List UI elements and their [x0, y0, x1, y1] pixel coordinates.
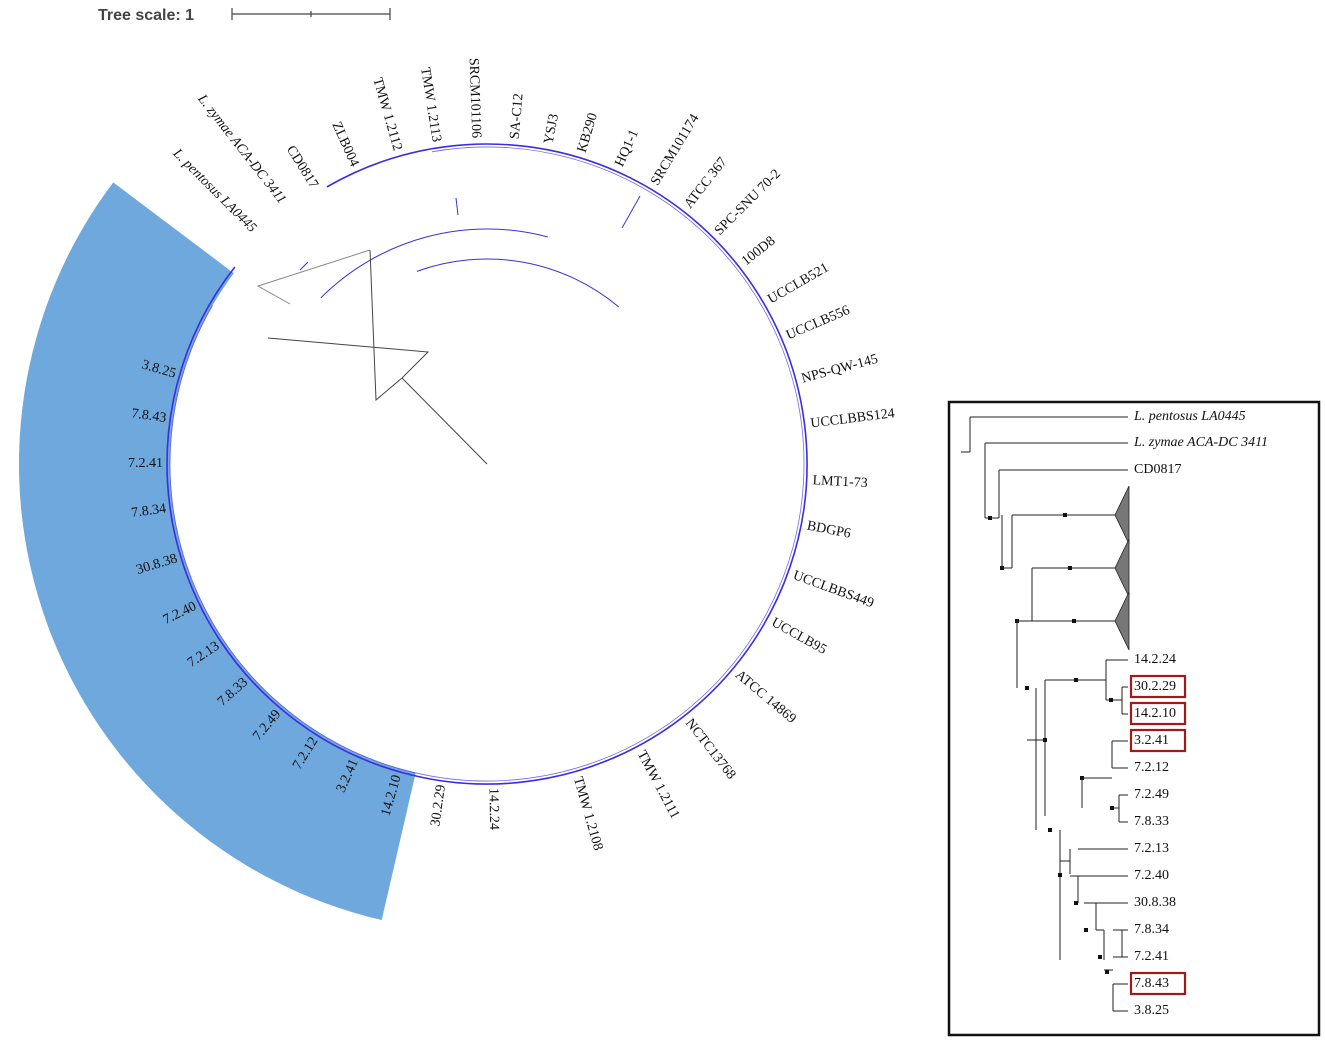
inset-isolate-leaf-label: 7.8.43: [1134, 976, 1169, 991]
cd0817-stub: [299, 261, 309, 271]
inset-isolate-leaf-label: 3.2.41: [1134, 733, 1169, 748]
reference-leaf-label: NCTC13768: [682, 716, 738, 782]
reference-leaf-label: UCCLB95: [769, 615, 829, 658]
clade-internal-arc-2: [416, 258, 620, 308]
inset-node: [1109, 698, 1113, 702]
reference-leaf-label: TMW 1.2108: [570, 775, 605, 852]
inset-isolate-leaf-label: 30.2.29: [1134, 679, 1176, 694]
inset-isolate-leaf-label: 7.2.41: [1134, 949, 1169, 964]
reference-leaf-label: UCCLBBS449: [791, 568, 876, 611]
sa-branch: [455, 197, 459, 216]
root-branch: [369, 249, 488, 465]
isolate-leaf-label: 14.2.24: [485, 788, 501, 830]
inset-node: [1063, 513, 1067, 517]
tree-scale: Tree scale: 1: [98, 7, 391, 24]
inset-node: [1074, 901, 1078, 905]
inset-tree: L. pentosus LA0445 L. zymae ACA-DC 3411 CD…: [947, 400, 1321, 1037]
inset-isolate-leaf-label: 7.2.49: [1134, 787, 1169, 802]
reference-leaf-label: UCCLB521: [765, 260, 831, 307]
reference-leaf-label: LMT1-73: [812, 473, 868, 491]
reference-leaf-label: TMW 1.2111: [634, 748, 682, 821]
inset-node: [1025, 686, 1029, 690]
hq-branch: [621, 195, 641, 229]
reference-leaf-label: TMW 1.2112: [369, 76, 404, 153]
reference-leaf-label: NPS-QW-145: [800, 352, 880, 387]
inset-isolate-leaf-label: 7.8.33: [1134, 814, 1169, 829]
reference-leaf-label: ATCC 367: [682, 155, 731, 212]
reference-leaf-label: SA-C12: [508, 93, 527, 140]
inset-top-leaf-label: L. pentosus LA0445: [1133, 409, 1246, 424]
clade-internal-arc: [320, 228, 548, 299]
inset-node: [1072, 619, 1076, 623]
inset-isolate-leaf-label: 7.8.34: [1134, 922, 1169, 937]
inset-node: [1110, 806, 1114, 810]
inset-top-leaf-label: CD0817: [1134, 462, 1181, 477]
reference-leaf-label: CD0817: [283, 143, 321, 191]
inset-isolate-leaf-label: 30.8.38: [1134, 895, 1176, 910]
tree-scale-label: Tree scale: 1: [98, 7, 194, 24]
circular-tree: L. pentosus LA0445L. zymae ACA-DC 3411CD…: [18, 58, 896, 921]
reference-leaf-label: HQ1-1: [612, 127, 642, 169]
reference-leaf-label: BDGP6: [806, 519, 852, 542]
outgroup-branch: [267, 337, 430, 379]
reference-leaf-label: SRCM101106: [466, 58, 484, 139]
reference-leaf-label: YSJ3: [542, 113, 563, 146]
inset-node: [1058, 873, 1062, 877]
inset-isolate-leaf-label: 7.2.13: [1134, 841, 1169, 856]
inset-isolate-leaf-label: 7.2.12: [1134, 760, 1169, 775]
inset-node: [1068, 566, 1072, 570]
reference-leaf-label: 100D8: [739, 234, 778, 269]
inset-isolate-leaf-label: 14.2.24: [1134, 652, 1176, 667]
isolate-leaf-label: 7.2.41: [128, 456, 163, 471]
isolate-leaf-label: 30.2.29: [428, 784, 449, 828]
reference-leaf-label: SPC-SNU 70-2: [712, 167, 784, 239]
inset-isolate-leaf-label: 14.2.10: [1134, 706, 1176, 721]
reference-leaf-label: ATCC 14869: [732, 668, 799, 727]
reference-leaf-label: ZLB004: [329, 120, 362, 169]
inset-node: [1048, 828, 1052, 832]
inset-node: [1084, 928, 1088, 932]
reference-leaf-label: UCCLBBS124: [810, 406, 896, 431]
phylogenetic-tree-figure: Tree scale: 1 L. pentosus LA0445 L. zymae…: [18, 7, 1321, 1037]
reference-leaf-label: UCCLB556: [784, 303, 852, 343]
reference-leaf-label: TMW 1.2113: [417, 66, 444, 143]
inset-isolate-leaf-label: 7.2.40: [1134, 868, 1169, 883]
reference-leaf-label: SRCM101174: [648, 112, 702, 189]
inset-node: [1105, 970, 1109, 974]
reference-leaf-label: KB290: [575, 111, 601, 154]
inset-node: [1098, 955, 1102, 959]
inset-top-leaf-label: L. zymae ACA-DC 3411: [1133, 435, 1268, 450]
inset-isolate-leaf-label: 3.8.25: [1134, 1003, 1169, 1018]
zymae-branch: [256, 249, 371, 305]
